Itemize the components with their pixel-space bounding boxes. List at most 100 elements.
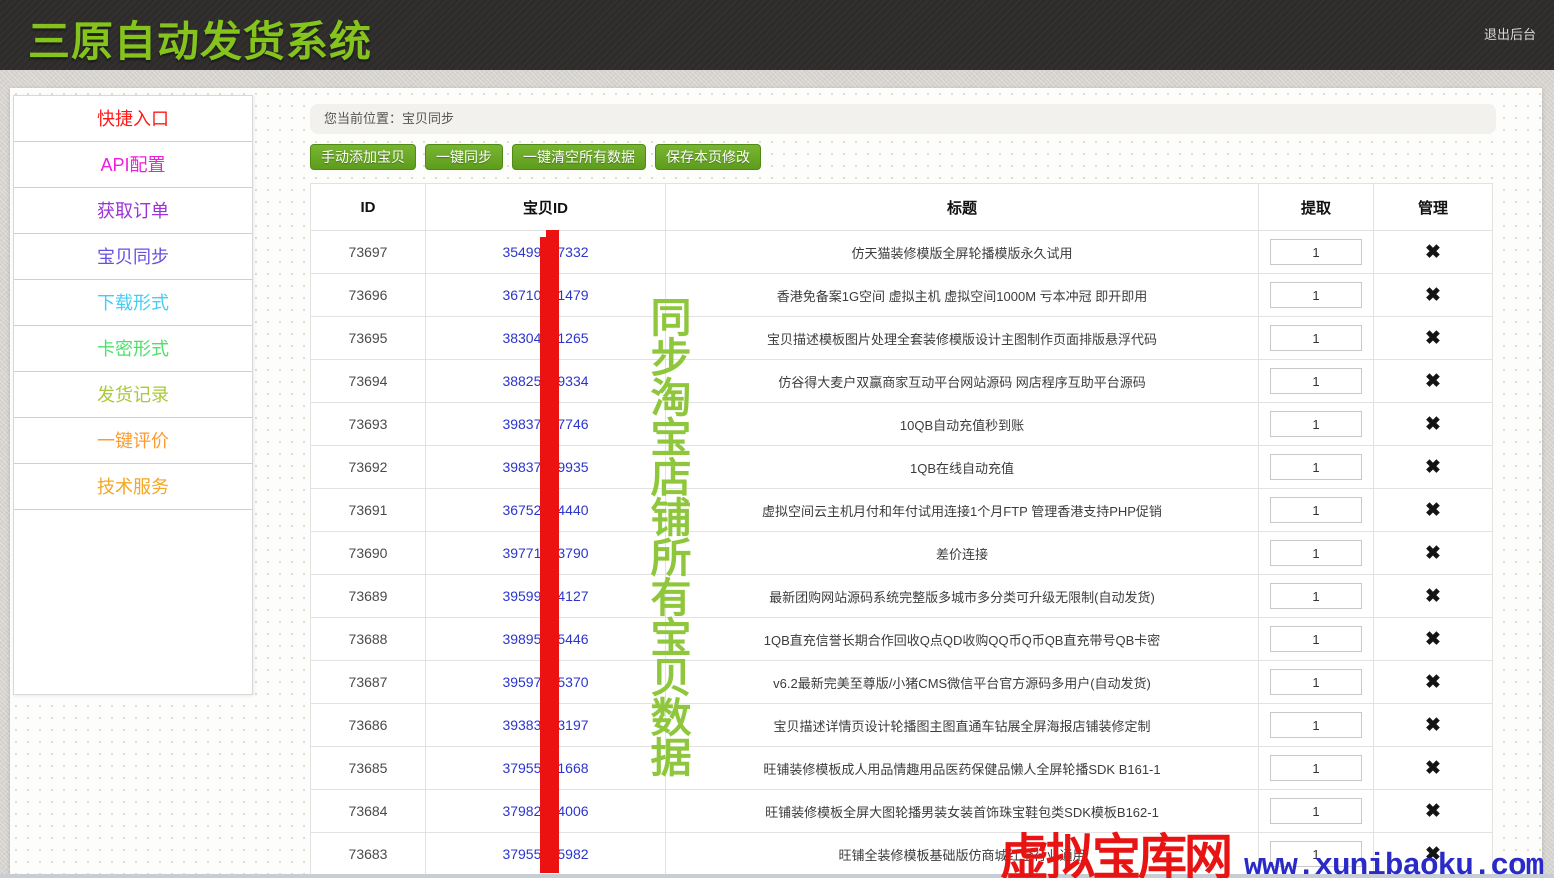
row-id: 73683 [349, 846, 388, 862]
table-row: 73692 39837 9935 1QB在线自动充值 ✖ [311, 446, 1493, 489]
manage-cell: ✖ [1374, 575, 1493, 618]
item-id-right: 3790 [557, 545, 588, 561]
table-row: 73687 395975370 v6.2最新完美至尊版/小猪CMS微信平台官方源… [311, 661, 1493, 704]
row-id-cell: 73686 [311, 704, 426, 747]
extract-count-input[interactable] [1270, 540, 1362, 566]
item-title-cell: v6.2最新完美至尊版/小猪CMS微信平台官方源码多用户(自动发货) [666, 661, 1259, 704]
item-id-right: 7746 [557, 416, 588, 432]
delete-icon[interactable]: ✖ [1425, 672, 1441, 693]
extract-count-input[interactable] [1270, 712, 1362, 738]
delete-icon[interactable]: ✖ [1425, 715, 1441, 736]
delete-icon[interactable]: ✖ [1425, 457, 1441, 478]
item-id-right: 1479 [557, 287, 588, 303]
extract-cell [1259, 446, 1374, 489]
extract-cell [1259, 833, 1374, 876]
extract-count-input[interactable] [1270, 368, 1362, 394]
row-id-cell: 73685 [311, 747, 426, 790]
extract-count-input[interactable] [1270, 841, 1362, 867]
item-title-cell: 10QB自动充值秒到账 [666, 403, 1259, 446]
delete-icon[interactable]: ✖ [1425, 285, 1441, 306]
item-title: 10QB自动充值秒到账 [900, 418, 1024, 433]
extract-count-input[interactable] [1270, 755, 1362, 781]
extract-count-input[interactable] [1270, 411, 1362, 437]
sidebar-item-label: 宝贝同步 [97, 247, 169, 267]
extract-count-input[interactable] [1270, 454, 1362, 480]
item-id-right: 4006 [557, 803, 588, 819]
sidebar-item-label: 一键评价 [97, 431, 169, 451]
delete-icon[interactable]: ✖ [1425, 586, 1441, 607]
delete-icon[interactable]: ✖ [1425, 801, 1441, 822]
item-id-left: 38304 [502, 330, 541, 346]
extract-cell [1259, 704, 1374, 747]
sidebar-item-quick-entry[interactable]: 快捷入口 [14, 96, 252, 142]
table-header-row: ID宝贝ID标题提取管理 [311, 184, 1493, 231]
item-id-left: 39837 [502, 459, 541, 475]
item-title: 仿谷得大麦户双赢商家互动平台网站源码 网店程序互助平台源码 [778, 375, 1146, 390]
extract-cell [1259, 317, 1374, 360]
sidebar-item-label: 下载形式 [97, 293, 169, 313]
sidebar-item-tech-service[interactable]: 技术服务 [14, 464, 252, 510]
item-title: 最新团购网站源码系统完整版多城市多分类可升级无限制(自动发货) [769, 590, 1155, 605]
row-id: 73687 [349, 674, 388, 690]
item-title-cell: 1QB在线自动充值 [666, 446, 1259, 489]
delete-icon[interactable]: ✖ [1425, 758, 1441, 779]
sidebar-item-ship-records[interactable]: 发货记录 [14, 372, 252, 418]
row-id: 73695 [349, 330, 388, 346]
delete-icon[interactable]: ✖ [1425, 414, 1441, 435]
delete-icon[interactable]: ✖ [1425, 844, 1441, 865]
row-id-cell: 73690 [311, 532, 426, 575]
row-id: 73688 [349, 631, 388, 647]
extract-cell [1259, 661, 1374, 704]
extract-cell [1259, 231, 1374, 274]
delete-icon[interactable]: ✖ [1425, 629, 1441, 650]
sync-all-button[interactable]: 一键同步 [425, 144, 503, 170]
extract-count-input[interactable] [1270, 239, 1362, 265]
item-id-left: 39895 [502, 631, 541, 647]
sidebar-item-card-type[interactable]: 卡密形式 [14, 326, 252, 372]
extract-count-input[interactable] [1270, 583, 1362, 609]
item-title: v6.2最新完美至尊版/小猪CMS微信平台官方源码多用户(自动发货) [773, 676, 1151, 691]
sidebar-item-one-key-rate[interactable]: 一键评价 [14, 418, 252, 464]
item-id-left: 36710 [502, 287, 541, 303]
item-id-left: 36752 [502, 502, 541, 518]
logout-link[interactable]: 退出后台 [1484, 24, 1536, 43]
delete-icon[interactable]: ✖ [1425, 543, 1441, 564]
save-page-button[interactable]: 保存本页修改 [655, 144, 761, 170]
extract-count-input[interactable] [1270, 626, 1362, 652]
item-title: 香港免备案1G空间 虚拟主机 虚拟空间1000M 亏本冲冠 即开即用 [777, 289, 1148, 304]
sidebar-item-item-sync[interactable]: 宝贝同步 [14, 234, 252, 280]
item-title-cell: 最新团购网站源码系统完整版多城市多分类可升级无限制(自动发货) [666, 575, 1259, 618]
manual-add-button[interactable]: 手动添加宝贝 [310, 144, 416, 170]
column-header: ID [311, 184, 426, 231]
extract-count-input[interactable] [1270, 325, 1362, 351]
extract-count-input[interactable] [1270, 669, 1362, 695]
item-id-right: 7332 [557, 244, 588, 260]
item-title-cell: 宝贝描述模板图片处理全套装修模版设计主图制作页面排版悬浮代码 [666, 317, 1259, 360]
extract-cell [1259, 360, 1374, 403]
item-title-cell: 仿天猫装修模版全屏轮播模版永久试用 [666, 231, 1259, 274]
row-id-cell: 73697 [311, 231, 426, 274]
manage-cell: ✖ [1374, 489, 1493, 532]
sidebar-item-get-orders[interactable]: 获取订单 [14, 188, 252, 234]
row-id: 73692 [349, 459, 388, 475]
sidebar-item-download-type[interactable]: 下载形式 [14, 280, 252, 326]
sidebar-item-api-config[interactable]: API配置 [14, 142, 252, 188]
item-title: 宝贝描述详情页设计轮播图主图直通车钻展全屏海报店铺装修定制 [773, 719, 1150, 734]
items-table: ID宝贝ID标题提取管理 73697 354997332 仿天猫装修模版全屏轮播… [310, 183, 1493, 876]
delete-icon[interactable]: ✖ [1425, 242, 1441, 263]
extract-count-input[interactable] [1270, 282, 1362, 308]
clear-all-button[interactable]: 一键清空所有数据 [512, 144, 646, 170]
extract-count-input[interactable] [1270, 497, 1362, 523]
delete-icon[interactable]: ✖ [1425, 328, 1441, 349]
table-body: 73697 354997332 仿天猫装修模版全屏轮播模版永久试用 ✖ 7369… [311, 231, 1493, 876]
item-id-right: 9935 [557, 459, 588, 475]
extract-count-input[interactable] [1270, 798, 1362, 824]
delete-icon[interactable]: ✖ [1425, 500, 1441, 521]
item-title-cell: 1QB直充信誉长期合作回收Q点QD收购QQ币Q币QB直充带号QB卡密 [666, 618, 1259, 661]
table-row: 73697 354997332 仿天猫装修模版全屏轮播模版永久试用 ✖ [311, 231, 1493, 274]
extract-cell [1259, 618, 1374, 661]
item-title-cell: 旺铺装修模板成人用品情趣用品医药保健品懒人全屏轮播SDK B161-1 [666, 747, 1259, 790]
item-id-right: 1668 [557, 760, 588, 776]
item-id-right: 1265 [557, 330, 588, 346]
delete-icon[interactable]: ✖ [1425, 371, 1441, 392]
